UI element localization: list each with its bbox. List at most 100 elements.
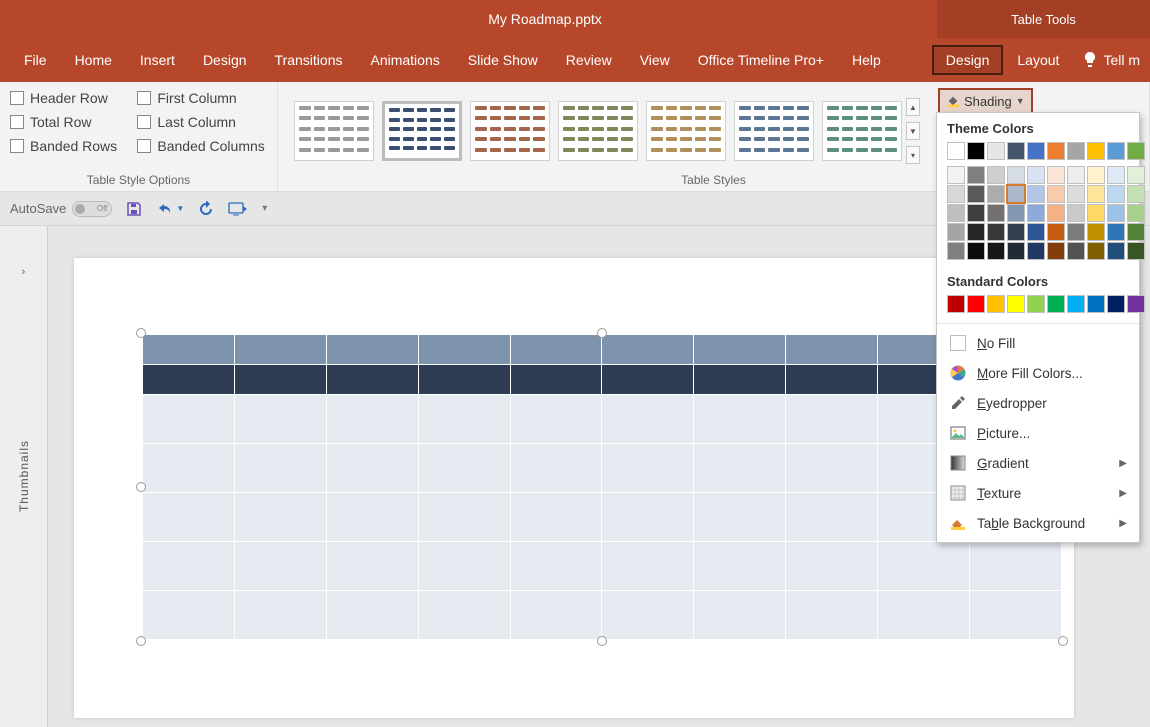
color-swatch[interactable] xyxy=(1067,142,1085,160)
color-swatch[interactable] xyxy=(1067,166,1085,184)
color-swatch[interactable] xyxy=(1007,295,1025,313)
color-swatch[interactable] xyxy=(1107,142,1125,160)
color-swatch[interactable] xyxy=(1107,166,1125,184)
color-swatch[interactable] xyxy=(1087,166,1105,184)
chk-last-column[interactable]: Last Column xyxy=(137,114,267,130)
chk-banded-rows[interactable]: Banded Rows xyxy=(10,138,119,154)
color-swatch[interactable] xyxy=(987,242,1005,260)
table-style-sample[interactable] xyxy=(734,101,814,161)
tab-slideshow[interactable]: Slide Show xyxy=(454,38,552,82)
color-swatch[interactable] xyxy=(947,204,965,222)
color-swatch[interactable] xyxy=(1087,295,1105,313)
selection-handle[interactable] xyxy=(597,636,607,646)
tab-table-layout[interactable]: Layout xyxy=(1003,38,1073,82)
color-swatch[interactable] xyxy=(1007,242,1025,260)
color-swatch[interactable] xyxy=(1107,295,1125,313)
tab-table-design[interactable]: Design xyxy=(932,45,1004,75)
tab-home[interactable]: Home xyxy=(61,38,126,82)
color-swatch[interactable] xyxy=(987,166,1005,184)
thumbnails-pane[interactable]: › Thumbnails xyxy=(0,226,48,727)
color-swatch[interactable] xyxy=(947,142,965,160)
color-swatch[interactable] xyxy=(1067,242,1085,260)
tab-design-main[interactable]: Design xyxy=(189,38,261,82)
color-swatch[interactable] xyxy=(947,242,965,260)
tab-help[interactable]: Help xyxy=(838,38,895,82)
color-swatch[interactable] xyxy=(1127,295,1145,313)
color-swatch[interactable] xyxy=(1107,242,1125,260)
color-swatch[interactable] xyxy=(987,295,1005,313)
selection-handle[interactable] xyxy=(136,482,146,492)
gradient-item[interactable]: Gradient ▶ xyxy=(937,448,1139,478)
chk-total-row[interactable]: Total Row xyxy=(10,114,119,130)
start-from-beginning-button[interactable] xyxy=(228,201,248,217)
eyedropper-item[interactable]: Eyedropper xyxy=(937,388,1139,418)
color-swatch[interactable] xyxy=(1047,242,1065,260)
color-swatch[interactable] xyxy=(987,223,1005,241)
color-swatch[interactable] xyxy=(1067,204,1085,222)
table-style-sample[interactable] xyxy=(558,101,638,161)
table-style-sample[interactable] xyxy=(646,101,726,161)
gallery-scroll-up[interactable]: ▲ xyxy=(906,98,920,116)
color-swatch[interactable] xyxy=(967,204,985,222)
table-style-sample[interactable] xyxy=(822,101,902,161)
color-swatch[interactable] xyxy=(1027,185,1045,203)
selection-handle[interactable] xyxy=(136,328,146,338)
tab-review[interactable]: Review xyxy=(552,38,626,82)
undo-button[interactable]: ▼ xyxy=(156,201,184,217)
color-swatch[interactable] xyxy=(1027,295,1045,313)
color-swatch[interactable] xyxy=(1047,295,1065,313)
color-swatch[interactable] xyxy=(947,185,965,203)
color-swatch[interactable] xyxy=(1127,242,1145,260)
texture-item[interactable]: Texture ▶ xyxy=(937,478,1139,508)
chk-first-column[interactable]: First Column xyxy=(137,90,267,106)
color-swatch[interactable] xyxy=(967,295,985,313)
color-swatch[interactable] xyxy=(1107,185,1125,203)
color-swatch[interactable] xyxy=(1007,204,1025,222)
tab-insert[interactable]: Insert xyxy=(126,38,189,82)
expand-chevron-icon[interactable]: › xyxy=(22,266,26,278)
color-swatch[interactable] xyxy=(1047,223,1065,241)
color-swatch[interactable] xyxy=(1047,204,1065,222)
color-swatch[interactable] xyxy=(987,142,1005,160)
color-swatch[interactable] xyxy=(1127,185,1145,203)
color-swatch[interactable] xyxy=(1127,166,1145,184)
gallery-scroll-down[interactable]: ▼ xyxy=(906,122,920,140)
table-style-sample[interactable] xyxy=(382,101,462,161)
slide-canvas[interactable] xyxy=(74,258,1074,718)
color-swatch[interactable] xyxy=(1107,223,1125,241)
color-swatch[interactable] xyxy=(1127,223,1145,241)
color-swatch[interactable] xyxy=(1067,223,1085,241)
table-object[interactable] xyxy=(142,334,1062,640)
save-button[interactable] xyxy=(126,201,142,217)
color-swatch[interactable] xyxy=(967,242,985,260)
table-style-sample[interactable] xyxy=(294,101,374,161)
color-swatch[interactable] xyxy=(1007,142,1025,160)
color-swatch[interactable] xyxy=(1127,204,1145,222)
table-background-item[interactable]: Table Background ▶ xyxy=(937,508,1139,538)
color-swatch[interactable] xyxy=(1027,242,1045,260)
color-swatch[interactable] xyxy=(947,295,965,313)
no-fill-item[interactable]: No Fill xyxy=(937,328,1139,358)
color-swatch[interactable] xyxy=(947,223,965,241)
tab-transitions[interactable]: Transitions xyxy=(261,38,357,82)
color-swatch[interactable] xyxy=(967,185,985,203)
color-swatch[interactable] xyxy=(947,166,965,184)
tab-file[interactable]: File xyxy=(10,38,61,82)
color-swatch[interactable] xyxy=(1027,166,1045,184)
color-swatch[interactable] xyxy=(1027,223,1045,241)
color-swatch[interactable] xyxy=(987,185,1005,203)
color-swatch[interactable] xyxy=(967,223,985,241)
color-swatch[interactable] xyxy=(1087,185,1105,203)
color-swatch[interactable] xyxy=(1047,166,1065,184)
color-swatch[interactable] xyxy=(1127,142,1145,160)
shading-button[interactable]: Shading ▼ xyxy=(938,88,1033,114)
color-swatch[interactable] xyxy=(1047,142,1065,160)
color-swatch[interactable] xyxy=(1007,185,1025,203)
qat-customize[interactable]: ▾ xyxy=(262,203,267,214)
selection-handle[interactable] xyxy=(597,328,607,338)
color-swatch[interactable] xyxy=(1087,242,1105,260)
color-swatch[interactable] xyxy=(967,142,985,160)
redo-button[interactable] xyxy=(198,201,214,217)
color-swatch[interactable] xyxy=(967,166,985,184)
color-swatch[interactable] xyxy=(1107,204,1125,222)
